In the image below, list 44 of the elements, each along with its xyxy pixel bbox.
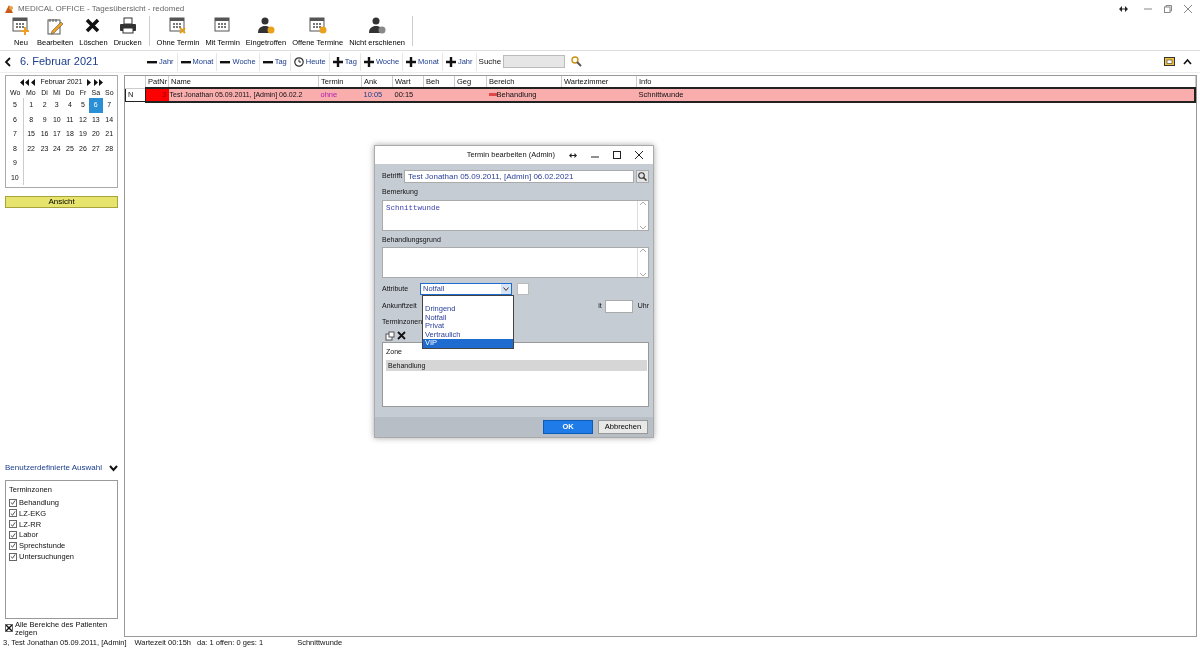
search-icon[interactable]	[636, 170, 649, 183]
person-badge-icon	[367, 15, 388, 36]
double-right-arrow-icon[interactable]	[93, 78, 103, 86]
maximize-icon[interactable]	[613, 151, 621, 159]
printer-icon	[117, 15, 138, 36]
plus-icon	[363, 56, 374, 67]
person-badge-icon	[256, 15, 276, 36]
calendar-cross-icon	[168, 15, 188, 36]
chevron-down-icon[interactable]	[109, 464, 118, 472]
left-arrow-icon[interactable]	[31, 78, 37, 86]
right-arrow-icon[interactable]	[86, 78, 92, 86]
checkbox[interactable]	[9, 552, 17, 561]
color-swatch[interactable]	[517, 283, 529, 295]
dropdown-arrow-icon	[501, 284, 511, 294]
checkbox[interactable]	[5, 624, 13, 632]
date-title: 6. Februar 2021	[20, 54, 100, 70]
subject-field[interactable]: Test Jonathan 05.09.2011, [Admin] 06.02.2021	[404, 170, 634, 183]
resize-arrows-icon[interactable]	[1119, 5, 1128, 12]
selection-label: Benutzerdefinierte Auswahl	[5, 462, 102, 474]
app-logo-icon	[4, 3, 14, 14]
time-field[interactable]	[604, 300, 633, 313]
search-field[interactable]	[503, 55, 566, 68]
plus-icon	[445, 56, 456, 67]
plus-icon	[332, 56, 343, 67]
calendar-plus-icon	[11, 15, 31, 36]
search-icon[interactable]	[571, 56, 583, 67]
checkbox[interactable]	[9, 498, 17, 507]
calendar-badge-icon	[307, 15, 328, 36]
search-label: Suche	[478, 55, 502, 68]
screen-icon[interactable]	[1164, 57, 1175, 66]
checkbox[interactable]	[9, 520, 17, 529]
plus-icon	[406, 56, 417, 67]
restore-icon[interactable]	[1164, 4, 1172, 13]
checkbox[interactable]	[9, 541, 17, 550]
close-icon[interactable]	[635, 151, 643, 159]
add-zone-icon[interactable]	[385, 330, 395, 341]
view-button[interactable]: Ansicht	[5, 196, 118, 208]
checkbox[interactable]	[9, 509, 17, 518]
caret-up-icon[interactable]	[1183, 58, 1192, 65]
clock-icon	[293, 56, 304, 67]
checkbox[interactable]	[9, 531, 17, 540]
window-title: MEDICAL OFFICE - Tagesübersicht - redomed	[18, 2, 185, 15]
resize-arrows-icon[interactable]	[569, 152, 577, 158]
delete-icon[interactable]	[397, 331, 406, 340]
